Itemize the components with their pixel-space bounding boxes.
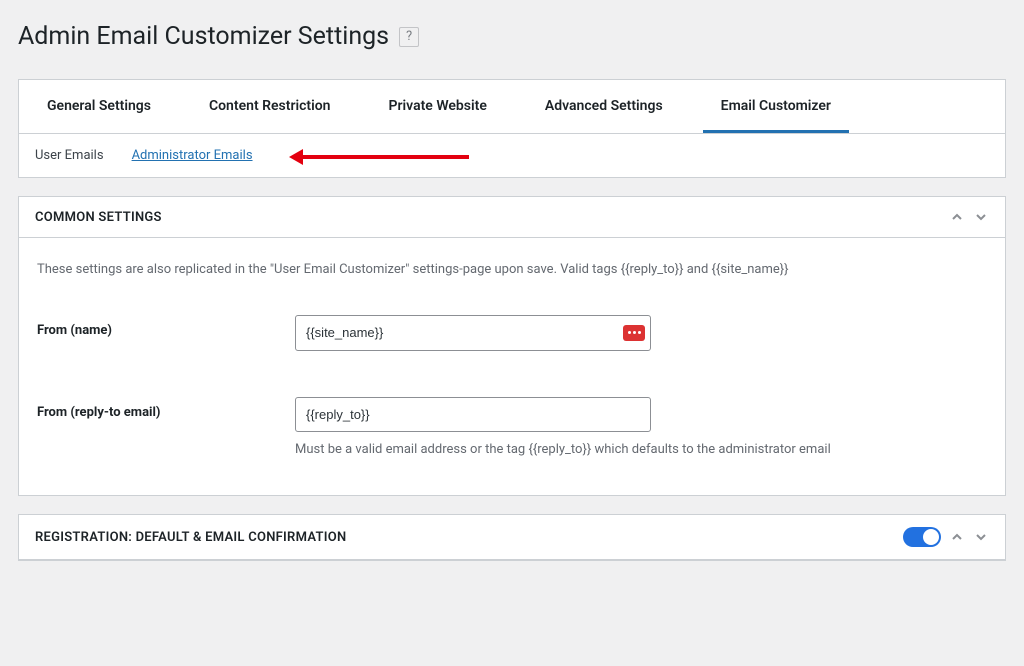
common-description: These settings are also replicated in th… [37,262,987,277]
from-email-help: Must be a valid email address or the tag… [295,442,987,457]
from-email-label: From (reply-to email) [37,397,295,420]
from-email-input[interactable] [295,397,651,433]
section-common-settings: COMMON SETTINGS These settings are also … [18,196,1006,496]
field-from-email: From (reply-to email) Must be a valid em… [37,397,987,458]
page-title: Admin Email Customizer Settings [18,22,389,51]
section-title-registration: REGISTRATION: DEFAULT & EMAIL CONFIRMATI… [35,530,903,545]
tab-private-website[interactable]: Private Website [371,80,505,133]
subtab-administrator-emails[interactable]: Administrator Emails [132,148,253,163]
registration-toggle[interactable] [903,527,941,547]
chevron-down-icon[interactable] [973,209,989,225]
tabs-panel: General Settings Content Restriction Pri… [18,79,1006,178]
page-header: Admin Email Customizer Settings ? [18,10,1006,79]
tab-email-customizer[interactable]: Email Customizer [703,80,849,133]
subtabs-row: User Emails Administrator Emails [19,134,1005,177]
from-name-input[interactable] [295,315,651,351]
chevron-down-icon[interactable] [973,529,989,545]
tab-general-settings[interactable]: General Settings [29,80,169,133]
help-icon[interactable]: ? [399,27,419,47]
annotation-arrow [289,152,469,162]
tab-advanced-settings[interactable]: Advanced Settings [527,80,681,133]
password-manager-icon[interactable] [623,325,645,341]
from-name-label: From (name) [37,315,295,338]
chevron-up-icon[interactable] [949,529,965,545]
section-registration: REGISTRATION: DEFAULT & EMAIL CONFIRMATI… [18,514,1006,561]
tab-content-restriction[interactable]: Content Restriction [191,80,349,133]
section-header-common: COMMON SETTINGS [19,197,1005,238]
section-title-common: COMMON SETTINGS [35,210,162,225]
subtab-user-emails[interactable]: User Emails [35,148,104,163]
chevron-up-icon[interactable] [949,209,965,225]
field-from-name: From (name) [37,315,987,351]
tabs-row: General Settings Content Restriction Pri… [19,80,1005,134]
section-header-registration: REGISTRATION: DEFAULT & EMAIL CONFIRMATI… [19,515,1005,560]
